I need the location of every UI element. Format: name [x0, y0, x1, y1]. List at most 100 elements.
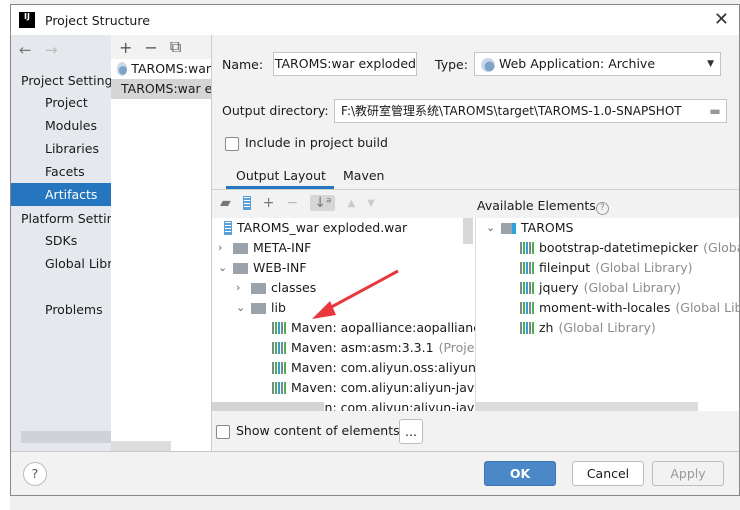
- include-in-build-label: Include in project build: [245, 135, 388, 150]
- sidebar: ← → Project Settings Project Modules Lib…: [11, 35, 111, 451]
- artifact-item-selected[interactable]: TAROMS:war exploded: [111, 79, 211, 99]
- tree-label: META-INF: [253, 240, 312, 255]
- type-value: Web Application: Archive: [498, 56, 656, 71]
- artifact-item[interactable]: TAROMS:war: [111, 59, 211, 79]
- available-module[interactable]: ⌄ TAROMS: [486, 218, 573, 238]
- tree-label: lib: [271, 300, 286, 315]
- available-item[interactable]: fileinput (Global Library): [520, 258, 693, 278]
- forward-arrow-icon[interactable]: →: [45, 41, 58, 59]
- chevron-right-icon[interactable]: ›: [236, 278, 246, 298]
- add-copy-icon[interactable]: +: [263, 195, 275, 211]
- tree-v-scrollbar[interactable]: [463, 218, 473, 244]
- module-label: TAROMS: [521, 220, 574, 235]
- library-icon: [520, 262, 534, 274]
- include-in-build-checkbox[interactable]: Include in project build: [225, 135, 388, 151]
- tree-item-library[interactable]: Maven: asm:asm:3.3.1 (Project Library): [272, 338, 475, 358]
- available-elements-title: Available Elements?: [477, 198, 609, 215]
- help-button[interactable]: ?: [23, 462, 47, 486]
- title-bar: IJ Project Structure ✕: [11, 5, 739, 35]
- copy-icon[interactable]: ⧉: [170, 37, 181, 57]
- library-icon: [520, 242, 534, 254]
- tree-item-library[interactable]: Maven: com.aliyun.oss:aliyun-sdk-oss: [272, 358, 475, 378]
- back-arrow-icon[interactable]: ←: [19, 41, 32, 59]
- library-icon: [520, 282, 534, 294]
- tree-item-meta-inf[interactable]: › META-INF: [218, 238, 311, 258]
- tree-item-library[interactable]: Maven: com.aliyun:aliyun-java-sdk-core: [272, 378, 475, 398]
- tree-item-web-inf[interactable]: ⌄ WEB-INF: [218, 258, 307, 278]
- available-item[interactable]: jquery (Global Library): [520, 278, 681, 298]
- sidebar-scrollbar[interactable]: [21, 431, 111, 443]
- tree-root[interactable]: TAROMS_war exploded.war: [224, 218, 407, 238]
- tree-label: Maven: asm:asm:3.3.1: [291, 340, 434, 355]
- artifact-label: TAROMS:war exploded: [121, 81, 211, 96]
- tree-label: TAROMS_war exploded.war: [237, 220, 408, 235]
- sidebar-item-sdks[interactable]: SDKs: [11, 229, 111, 252]
- list-scrollbar[interactable]: [111, 441, 171, 451]
- sidebar-item-artifacts[interactable]: Artifacts: [11, 183, 111, 206]
- sidebar-item-modules[interactable]: Modules: [11, 114, 111, 137]
- sidebar-item-global-libraries[interactable]: Global Libraries: [11, 252, 111, 275]
- sidebar-header-project-settings: Project Settings: [21, 73, 111, 88]
- editor-background: [0, 0, 10, 510]
- web-artifact-icon: [117, 62, 128, 76]
- output-directory-value: F:\教研室管理系统\TAROMS\target\TAROMS-1.0-SNAP…: [341, 104, 682, 118]
- library-icon: [272, 382, 286, 394]
- output-directory-label: Output directory:: [222, 103, 329, 118]
- library-icon: [272, 322, 286, 334]
- available-item[interactable]: moment-with-locales (Global Library): [520, 298, 739, 318]
- artifact-toolbar: + − ⧉: [111, 35, 211, 59]
- sidebar-item-project[interactable]: Project: [11, 91, 111, 114]
- chevron-down-icon[interactable]: ⌄: [218, 258, 228, 278]
- tree-label: Maven: com.aliyun.oss:aliyun-sdk-oss: [291, 360, 475, 375]
- divider: [212, 189, 739, 190]
- type-select[interactable]: Web Application: Archive ▼: [474, 52, 721, 76]
- add-icon[interactable]: +: [119, 38, 132, 57]
- available-item[interactable]: zh (Global Library): [520, 318, 656, 338]
- name-label: Name:: [222, 57, 264, 72]
- tab-output-layout[interactable]: Output Layout: [226, 165, 334, 189]
- help-icon[interactable]: ?: [595, 202, 609, 215]
- annotation-arrow: [312, 269, 399, 319]
- tree-label: WEB-INF: [253, 260, 307, 275]
- tree-h-scrollbar[interactable]: [212, 402, 324, 411]
- library-icon: [272, 362, 286, 374]
- available-h-scrollbar[interactable]: [476, 402, 698, 411]
- apply-button[interactable]: Apply: [652, 461, 724, 486]
- create-archive-icon[interactable]: [242, 196, 251, 210]
- ok-button[interactable]: OK: [484, 461, 556, 486]
- library-name: zh: [539, 320, 554, 335]
- tree-item-lib[interactable]: ⌄ lib: [236, 298, 286, 318]
- show-content-checkbox[interactable]: Show content of elements: [216, 423, 400, 439]
- folder-browse-icon[interactable]: ▬: [704, 100, 726, 122]
- chevron-down-icon[interactable]: ⌄: [236, 298, 246, 318]
- new-directory-icon[interactable]: ▰: [220, 195, 231, 211]
- chevron-down-icon: ▼: [707, 59, 714, 69]
- library-scope: (Global Library): [595, 260, 693, 275]
- remove-icon[interactable]: −: [287, 195, 299, 211]
- chevron-right-icon[interactable]: ›: [218, 238, 228, 258]
- sort-icon[interactable]: ↓ᵃ: [310, 195, 336, 211]
- remove-icon[interactable]: −: [144, 38, 157, 57]
- library-name: fileinput: [539, 260, 591, 275]
- library-scope: (Global Library): [675, 300, 739, 315]
- sidebar-item-problems[interactable]: Problems: [11, 298, 111, 321]
- chevron-down-icon[interactable]: ⌄: [486, 218, 496, 238]
- close-icon[interactable]: ✕: [714, 9, 729, 30]
- artifact-settings: Name: TAROMS:war exploded Type: Web Appl…: [212, 35, 739, 451]
- move-up-icon[interactable]: ▲: [347, 198, 355, 209]
- cancel-button[interactable]: Cancel: [572, 461, 644, 486]
- name-input[interactable]: TAROMS:war exploded: [273, 52, 417, 76]
- divider: [11, 451, 739, 452]
- output-directory-input[interactable]: F:\教研室管理系统\TAROMS\target\TAROMS-1.0-SNAP…: [334, 99, 727, 123]
- library-icon: [520, 302, 534, 314]
- project-structure-dialog: IJ Project Structure ✕ ← → Project Setti…: [10, 4, 740, 496]
- window-title: Project Structure: [45, 12, 150, 28]
- show-content-label: Show content of elements: [236, 423, 400, 438]
- sidebar-item-libraries[interactable]: Libraries: [11, 137, 111, 160]
- folder-icon: [233, 262, 248, 274]
- ellipsis-button[interactable]: ...: [399, 419, 423, 444]
- tab-maven[interactable]: Maven: [343, 165, 384, 189]
- available-item[interactable]: bootstrap-datetimepicker (Global Library): [520, 238, 739, 258]
- move-down-icon[interactable]: ▼: [367, 198, 375, 209]
- sidebar-item-facets[interactable]: Facets: [11, 160, 111, 183]
